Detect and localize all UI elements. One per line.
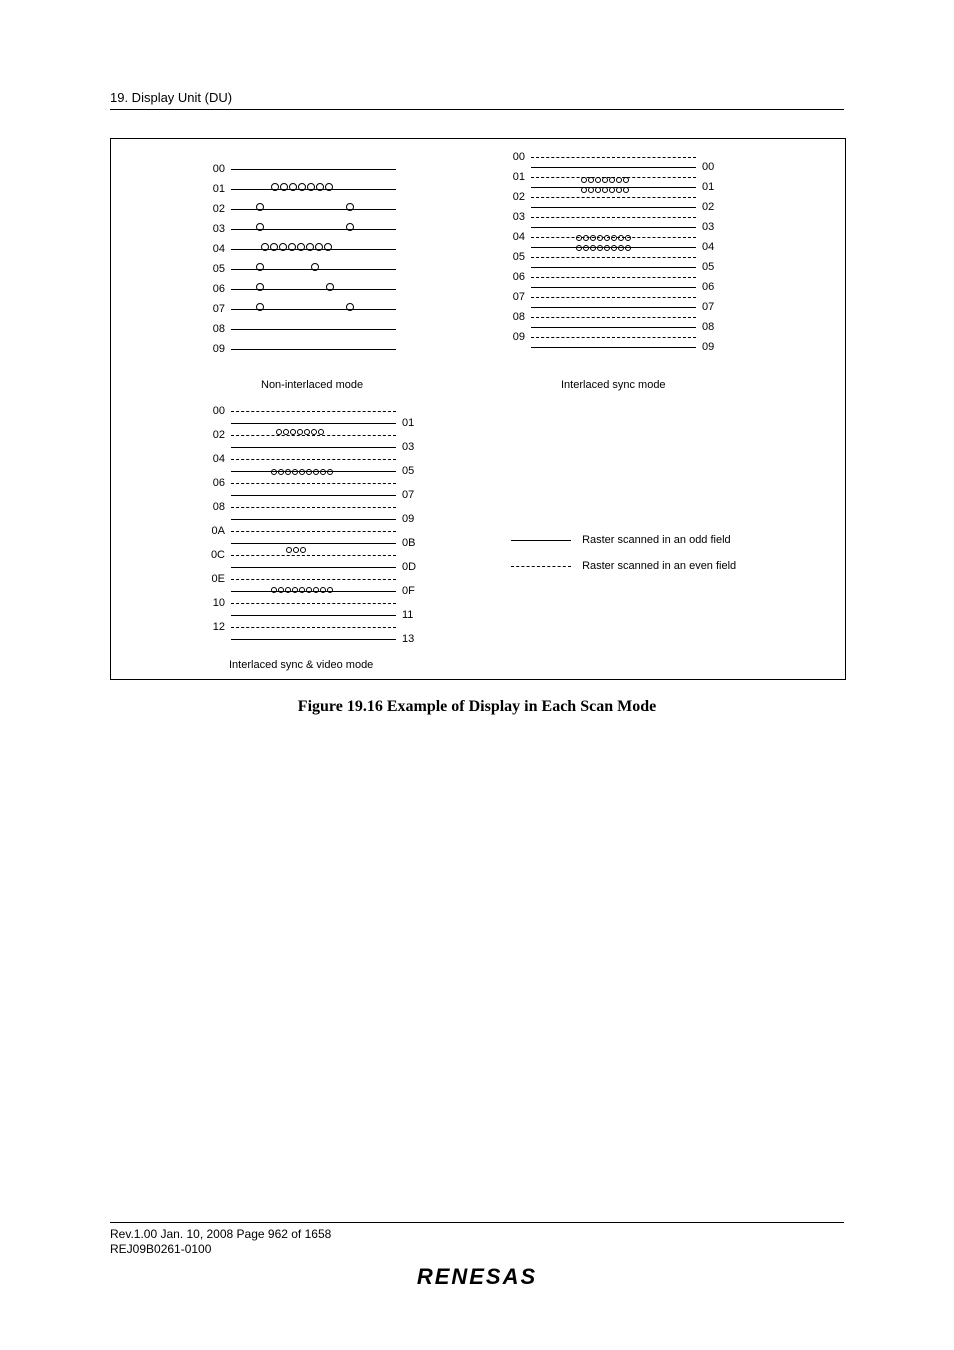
line-label: 01 <box>213 183 225 195</box>
line-label: 06 <box>213 477 225 489</box>
caption-interlaced-sync-video: Interlaced sync & video mode <box>229 659 373 671</box>
legend-even-label: Raster scanned in an even field <box>582 560 736 572</box>
footer-rule <box>110 1222 844 1223</box>
line-label: 08 <box>213 501 225 513</box>
line-label: 06 <box>513 271 525 283</box>
legend-odd: Raster scanned in an odd field <box>511 534 811 546</box>
line-label: 03 <box>513 211 525 223</box>
line-label: 04 <box>213 243 225 255</box>
line-label: 02 <box>213 203 225 215</box>
legend-dashed-line-icon <box>511 566 571 567</box>
line-label: 05 <box>702 261 714 273</box>
line-label: 09 <box>213 343 225 355</box>
line-label: 0C <box>211 549 225 561</box>
legend-solid-line-icon <box>511 540 571 541</box>
line-label: 09 <box>513 331 525 343</box>
line-label: 13 <box>402 633 414 645</box>
line-label: 04 <box>513 231 525 243</box>
line-label: 09 <box>402 513 414 525</box>
line-label: 08 <box>213 323 225 335</box>
line-label: 04 <box>213 453 225 465</box>
line-label: 05 <box>513 251 525 263</box>
line-label: 05 <box>402 465 414 477</box>
renesas-logo: RENESAS <box>110 1264 844 1290</box>
caption-interlaced-sync: Interlaced sync mode <box>561 379 666 391</box>
line-label: 00 <box>513 151 525 163</box>
line-label: 08 <box>513 311 525 323</box>
legend-even: Raster scanned in an even field <box>511 560 811 572</box>
section-header: 19. Display Unit (DU) <box>110 90 844 105</box>
line-label: 07 <box>513 291 525 303</box>
footer-doc: REJ09B0261-0100 <box>110 1242 844 1258</box>
header-rule <box>110 109 844 110</box>
line-label: 03 <box>402 441 414 453</box>
legend-odd-label: Raster scanned in an odd field <box>582 534 731 546</box>
line-label: 07 <box>402 489 414 501</box>
line-label: 01 <box>513 171 525 183</box>
line-label: 04 <box>702 241 714 253</box>
line-label: 0D <box>402 561 416 573</box>
line-label: 02 <box>702 201 714 213</box>
line-label: 12 <box>213 621 225 633</box>
page-footer: Rev.1.00 Jan. 10, 2008 Page 962 of 1658 … <box>110 1222 844 1290</box>
line-label: 01 <box>702 181 714 193</box>
line-label: 00 <box>213 405 225 417</box>
figure-box: 00 01 02 03 04 05 06 07 08 09 Non-interlaced mode… <box>110 138 846 680</box>
line-label: 08 <box>702 321 714 333</box>
line-label: 03 <box>702 221 714 233</box>
line-label: 02 <box>213 429 225 441</box>
line-label: 09 <box>702 341 714 353</box>
line-label: 0B <box>402 537 415 549</box>
line-label: 00 <box>702 161 714 173</box>
line-label: 07 <box>213 303 225 315</box>
figure-caption: Figure 19.16 Example of Display in Each … <box>110 698 844 716</box>
line-label: 05 <box>213 263 225 275</box>
line-label: 0A <box>212 525 225 537</box>
line-label: 11 <box>402 609 413 621</box>
line-label: 06 <box>213 283 225 295</box>
legend: Raster scanned in an odd field Raster sc… <box>511 534 811 572</box>
line-label: 06 <box>702 281 714 293</box>
line-label: 02 <box>513 191 525 203</box>
line-label: 01 <box>402 417 414 429</box>
line-label: 07 <box>702 301 714 313</box>
caption-non-interlaced: Non-interlaced mode <box>261 379 363 391</box>
line-label: 0F <box>402 585 415 597</box>
footer-rev: Rev.1.00 Jan. 10, 2008 Page 962 of 1658 <box>110 1227 844 1243</box>
line-label: 0E <box>212 573 225 585</box>
line-label: 00 <box>213 163 225 175</box>
line-label: 03 <box>213 223 225 235</box>
line-label: 10 <box>213 597 225 609</box>
